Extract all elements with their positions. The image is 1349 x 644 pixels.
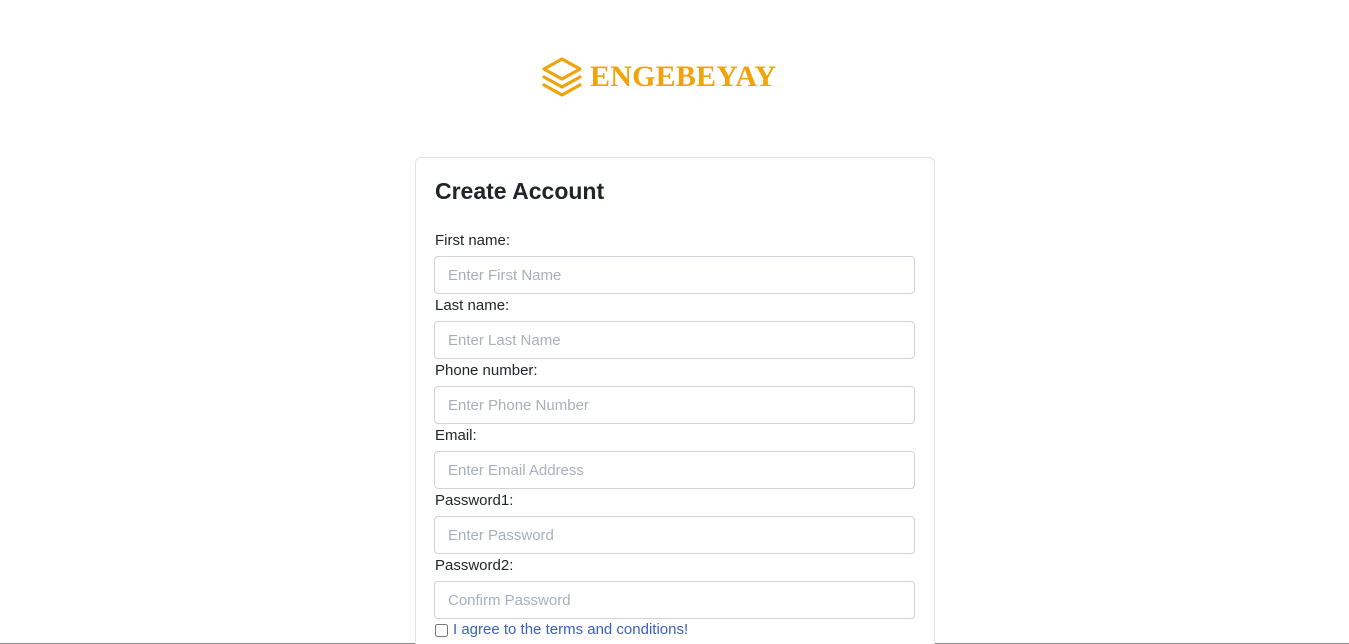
email-label: Email: [435, 427, 477, 444]
last-name-input[interactable] [434, 321, 915, 359]
email-input[interactable] [434, 451, 915, 489]
last-name-label: Last name: [435, 297, 510, 314]
brand-name: ENGEBEYAY [590, 60, 777, 93]
password1-label: Password1: [435, 492, 514, 509]
password1-input[interactable] [434, 516, 915, 554]
password2-label: Password2: [435, 557, 514, 574]
terms-row: I agree to the terms and conditions! [435, 621, 688, 639]
brand-logo[interactable]: ENGEBEYAY [540, 55, 776, 99]
password2-input[interactable] [434, 581, 915, 619]
page-title: Create Account [435, 178, 605, 204]
first-name-input[interactable] [434, 256, 915, 294]
signup-page: ENGEBEYAY Create Account First name: Las… [0, 0, 1349, 644]
phone-number-input[interactable] [434, 386, 915, 424]
terms-checkbox[interactable] [435, 623, 448, 637]
create-account-card: Create Account First name: Last name: Ph… [415, 157, 935, 644]
first-name-label: First name: [435, 232, 511, 249]
phone-number-label: Phone number: [435, 362, 538, 379]
terms-link[interactable]: I agree to the terms and conditions! [453, 621, 688, 639]
layers-icon [540, 55, 584, 99]
